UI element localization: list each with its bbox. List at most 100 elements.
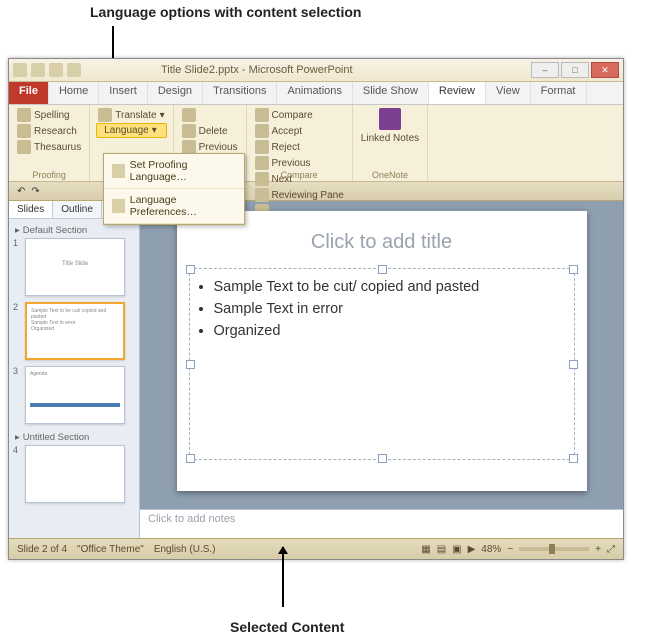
language-preferences-item[interactable]: Language Preferences… <box>104 189 244 224</box>
maximize-button[interactable]: □ <box>561 62 589 78</box>
annotation-bottom: Selected Content <box>230 619 344 635</box>
tab-animations[interactable]: Animations <box>277 82 352 104</box>
redo-icon[interactable] <box>67 63 81 77</box>
new-comment-button[interactable] <box>180 107 240 123</box>
zoom-slider[interactable] <box>519 547 589 551</box>
linked-notes-button[interactable]: Linked Notes <box>359 107 421 145</box>
slide-panel: Slides Outline × ▸ Default Section 1 Tit… <box>9 201 140 538</box>
notes-pane[interactable]: Click to add notes <box>140 509 623 538</box>
research-icon <box>17 124 31 138</box>
status-bar: Slide 2 of 4 "Office Theme" English (U.S… <box>9 538 623 559</box>
content-placeholder[interactable]: Sample Text to be cut/ copied and pasted… <box>189 268 575 460</box>
tab-design[interactable]: Design <box>148 82 203 104</box>
status-theme: "Office Theme" <box>77 544 144 555</box>
research-label: Research <box>34 126 77 137</box>
resize-handle-n[interactable] <box>378 265 387 274</box>
thesaurus-button[interactable]: Thesaurus <box>15 139 83 155</box>
accept-icon <box>255 124 269 138</box>
compare-button[interactable]: Compare <box>253 107 346 123</box>
tab-transitions[interactable]: Transitions <box>203 82 277 104</box>
thumb-row-3: 3 Agenda <box>13 366 135 424</box>
resize-handle-sw[interactable] <box>186 454 195 463</box>
thesaurus-icon <box>17 140 31 154</box>
delete-comment-button[interactable]: Delete <box>180 123 240 139</box>
resize-handle-e[interactable] <box>569 360 578 369</box>
lang-prefs-icon <box>112 199 125 213</box>
spellcheck-icon <box>17 108 31 122</box>
save-icon[interactable] <box>31 63 45 77</box>
thumb-num-2: 2 <box>13 302 21 312</box>
ribbon-tabs: File Home Insert Design Transitions Anim… <box>9 82 623 105</box>
thumb3-text: Agenda <box>30 371 120 377</box>
onenote-icon <box>379 108 401 130</box>
language-button[interactable]: Language ▾ <box>96 123 166 138</box>
compare-icon <box>255 108 269 122</box>
spelling-button[interactable]: Spelling <box>15 107 83 123</box>
tab-home[interactable]: Home <box>49 82 99 104</box>
undo-icon[interactable] <box>49 63 63 77</box>
bullet-2[interactable]: Sample Text in error <box>214 301 560 317</box>
view-sorter-icon[interactable]: ▤ <box>437 544 446 555</box>
slides-tab[interactable]: Slides <box>9 201 53 218</box>
resize-handle-nw[interactable] <box>186 265 195 274</box>
thumbnail-2[interactable]: Sample Text to be cut/ copied and pasted… <box>25 302 125 360</box>
proofing-group-label: Proofing <box>9 170 89 180</box>
slide-canvas[interactable]: Click to add title Sample Text to be cut… <box>177 211 587 491</box>
undo-bar-icon[interactable]: ↶ <box>17 186 25 197</box>
zoom-level[interactable]: 48% <box>481 544 501 555</box>
research-button[interactable]: Research <box>15 123 83 139</box>
tab-slideshow[interactable]: Slide Show <box>353 82 429 104</box>
resize-handle-w[interactable] <box>186 360 195 369</box>
thumbnail-1[interactable]: Title Slide <box>25 238 125 296</box>
view-slideshow-icon[interactable]: ▶ <box>468 544 476 555</box>
section-default[interactable]: ▸ Default Section <box>13 223 135 238</box>
ribbon-group-compare: Compare Accept Reject Previous Next Revi… <box>247 105 353 181</box>
zoom-in-button[interactable]: + <box>595 544 601 555</box>
translate-label: Translate <box>115 110 156 121</box>
section-default-label: Default Section <box>23 225 87 236</box>
thumb-row-2: 2 Sample Text to be cut/ copied and past… <box>13 302 135 360</box>
reject-label: Reject <box>272 142 300 153</box>
resize-handle-ne[interactable] <box>569 265 578 274</box>
section-untitled[interactable]: ▸ Untitled Section <box>13 430 135 445</box>
status-language[interactable]: English (U.S.) <box>154 544 216 555</box>
tab-file[interactable]: File <box>9 82 49 104</box>
reviewing-label: Reviewing Pane <box>272 190 344 201</box>
translate-button[interactable]: Translate ▾ <box>96 107 166 123</box>
view-reading-icon[interactable]: ▣ <box>452 544 461 555</box>
reviewing-pane-button[interactable]: Reviewing Pane <box>253 187 346 203</box>
set-proofing-label: Set Proofing Language… <box>130 159 236 183</box>
set-proofing-language-item[interactable]: Set Proofing Language… <box>104 154 244 189</box>
tab-view[interactable]: View <box>486 82 531 104</box>
resize-handle-s[interactable] <box>378 454 387 463</box>
bullet-3[interactable]: Organized <box>214 323 560 339</box>
fit-to-window-button[interactable]: ⤢ <box>607 544 615 555</box>
title-placeholder[interactable]: Click to add title <box>189 225 575 268</box>
redo-bar-icon[interactable]: ↷ <box>31 186 39 197</box>
zoom-out-button[interactable]: − <box>507 544 513 555</box>
thumbnail-4[interactable] <box>25 445 125 503</box>
window-buttons: – □ ✕ <box>531 62 619 78</box>
tab-format[interactable]: Format <box>531 82 587 104</box>
ribbon-group-onenote: Linked Notes OneNote <box>353 105 428 181</box>
zoom-knob[interactable] <box>549 544 555 554</box>
lang-prefs-label: Language Preferences… <box>130 194 236 218</box>
comment-icon <box>182 108 196 122</box>
tab-insert[interactable]: Insert <box>99 82 148 104</box>
minimize-button[interactable]: – <box>531 62 559 78</box>
resize-handle-se[interactable] <box>569 454 578 463</box>
outline-tab[interactable]: Outline <box>53 201 102 218</box>
close-button[interactable]: ✕ <box>591 62 619 78</box>
view-normal-icon[interactable]: ▦ <box>421 544 430 555</box>
prev-change-label: Previous <box>272 158 311 169</box>
previous-change-button[interactable]: Previous <box>253 155 346 171</box>
onenote-group-label: OneNote <box>353 170 427 180</box>
thumbnail-3[interactable]: Agenda <box>25 366 125 424</box>
prev-icon <box>182 140 196 154</box>
app-window: Title Slide2.pptx - Microsoft PowerPoint… <box>8 58 624 560</box>
compare-group-label: Compare <box>247 170 352 180</box>
accept-button[interactable]: Accept <box>253 123 346 139</box>
bullet-1[interactable]: Sample Text to be cut/ copied and pasted <box>214 279 560 295</box>
reject-button[interactable]: Reject <box>253 139 346 155</box>
tab-review[interactable]: Review <box>429 82 486 104</box>
